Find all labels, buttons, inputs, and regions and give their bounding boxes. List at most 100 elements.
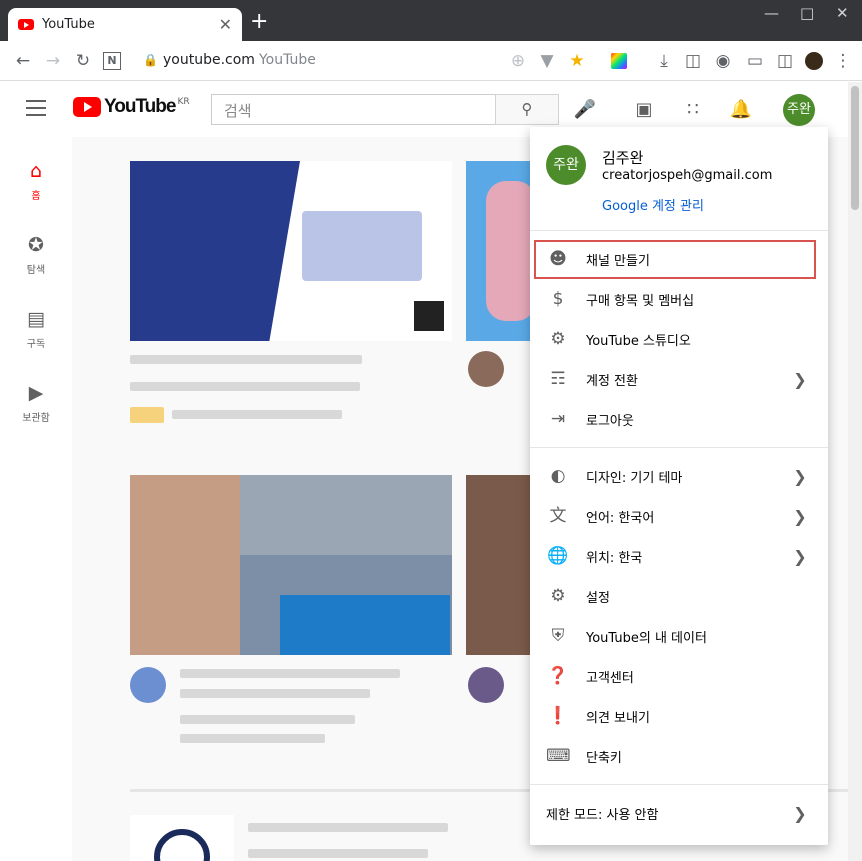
star-icon[interactable]: ★ [566,50,588,72]
chevron-right-icon: ❯ [793,546,807,566]
youtube-play-icon [73,97,101,117]
menu-item-help[interactable]: ❓ 고객센터 [530,656,828,696]
library-icon: ▶ [28,382,44,404]
channel-avatar[interactable] [468,667,504,703]
maximize-icon[interactable]: □ [800,4,814,22]
url-suffix: YouTube [258,52,316,68]
youtube-logo[interactable]: YouTube KR [73,97,190,117]
channel-avatar[interactable] [468,351,504,387]
menu-item-purchases[interactable]: $ 구매 항목 및 멤버십 [530,279,828,319]
menu-item-feedback[interactable]: ❗ 의견 보내기 [530,696,828,736]
color-picker-extension-icon[interactable] [608,50,630,72]
menu-item-label: 위치: 한국 [586,550,643,566]
menu-item-label: YouTube 스튜디오 [586,333,691,349]
close-window-icon[interactable]: ✕ [836,4,849,22]
sidebar-item-home[interactable]: ⌂ 홈 [0,159,72,202]
camera-icon[interactable]: ◉ [712,50,734,72]
create-video-icon[interactable]: ▣ [632,98,656,122]
channel-avatar[interactable] [130,667,166,703]
minimize-icon[interactable]: — [764,4,779,22]
more-menu-icon[interactable]: ⋮ [832,50,854,72]
menu-item-label: 제한 모드: 사용 안함 [546,807,659,823]
left-sidebar: ⌂ 홈 ✪ 탐색 ▤ 구독 ▶ 보관함 [0,137,72,861]
globe-icon: 🌐 [547,546,569,566]
menu-item-location[interactable]: 🌐 위치: 한국 ❯ [530,536,828,576]
blurred-title [248,849,428,858]
apps-grid-icon[interactable]: ∷ [681,98,705,122]
new-tab-button[interactable]: + [250,11,268,33]
compass-icon: ✪ [28,234,44,256]
video-thumbnail[interactable] [130,161,452,341]
search-button[interactable]: ⚲ [495,94,559,125]
gear-icon: ⚙ [550,586,566,606]
microphone-icon[interactable]: 🎤 [573,98,597,122]
page-scrollbar[interactable] [848,82,862,861]
theme-icon: ◐ [550,466,566,486]
hamburger-menu-icon[interactable] [26,100,46,116]
translate-icon: 文 [549,506,567,526]
blurred-meta [180,734,325,743]
help-icon: ❓ [547,666,569,686]
video-thumbnail[interactable] [130,815,234,861]
forward-icon[interactable]: → [42,50,64,72]
sidebar-item-label: 보관함 [22,413,50,424]
account-menu: 주완 김주완 creatorjospeh@gmail.com Google 계정… [530,127,828,845]
menu-item-label: 채널 만들기 [586,253,650,269]
menu-item-shortcuts[interactable]: ⌨ 단축키 [530,736,828,776]
menu-divider [530,447,828,448]
blurred-title [130,355,362,364]
sidebar-item-explore[interactable]: ✪ 탐색 [0,233,72,276]
menu-item-studio[interactable]: ⚙ YouTube 스튜디오 [530,319,828,359]
menu-item-logout[interactable]: ⇥ 로그아웃 [530,399,828,439]
browser-tab[interactable]: YouTube ✕ [8,8,242,41]
blurred-badge [130,407,164,423]
menu-item-label: 디자인: 기기 테마 [586,470,683,486]
account-name: 김주완 [602,149,644,167]
chevron-right-icon: ❯ [793,369,807,389]
menu-item-switch-account[interactable]: ☶ 계정 전환 ❯ [530,359,828,399]
account-avatar-button[interactable]: 주완 [783,94,815,126]
video-thumbnail[interactable] [130,475,452,655]
video-thumbnail[interactable] [466,475,536,655]
logout-icon: ⇥ [550,409,566,429]
menu-item-create-channel[interactable]: ☻ 채널 만들기 [530,239,828,279]
menu-item-settings[interactable]: ⚙ 설정 [530,576,828,616]
pocket-icon[interactable]: ▼ [536,50,558,72]
back-icon[interactable]: ← [12,50,34,72]
download-icon[interactable]: ⤓ [653,50,675,72]
blurred-title [180,669,400,678]
youtube-favicon-icon [18,19,34,30]
tab-title: YouTube [42,17,95,32]
profile-avatar-icon[interactable] [803,50,825,72]
manage-google-account-link[interactable]: Google 계정 관리 [602,195,704,214]
menu-item-label: 계정 전환 [586,373,638,389]
add-bookmark-icon[interactable]: ⊕ [507,50,529,72]
reload-icon[interactable]: ↻ [72,50,94,72]
menu-item-label: 단축키 [586,750,622,766]
notion-extension-icon[interactable]: N [103,52,121,70]
search-input[interactable]: 검색 [211,94,496,125]
logo-region: KR [177,97,190,107]
video-thumbnail[interactable] [466,161,536,341]
lock-icon[interactable]: 🔒 [143,53,158,67]
menu-item-theme[interactable]: ◐ 디자인: 기기 테마 ❯ [530,456,828,496]
side-panel-icon[interactable]: ◫ [774,50,796,72]
sidebar-item-label: 홈 [31,191,41,202]
address-bar[interactable]: youtube.com YouTube [163,52,316,68]
avatar: 주완 [546,145,586,185]
info-extension-icon[interactable]: ▭ [744,50,766,72]
switch-account-icon: ☶ [550,369,566,389]
video-extension-icon[interactable]: ◫ [682,50,704,72]
tab-close-button[interactable]: ✕ [219,15,232,34]
menu-item-label: 고객센터 [586,670,634,686]
menu-item-restricted-mode[interactable]: 제한 모드: 사용 안함 ❯ [530,793,828,833]
sidebar-item-label: 탐색 [26,265,46,276]
menu-item-your-data[interactable]: ⛨ YouTube의 내 데이터 [530,616,828,656]
menu-item-label: 로그아웃 [586,413,634,429]
menu-item-label: 의견 보내기 [586,710,650,726]
menu-item-language[interactable]: 文 언어: 한국어 ❯ [530,496,828,536]
notifications-bell-icon[interactable]: 🔔 [729,98,753,122]
sidebar-item-subscriptions[interactable]: ▤ 구독 [0,307,72,350]
sidebar-item-library[interactable]: ▶ 보관함 [0,381,72,424]
scrollbar-thumb[interactable] [851,86,859,210]
